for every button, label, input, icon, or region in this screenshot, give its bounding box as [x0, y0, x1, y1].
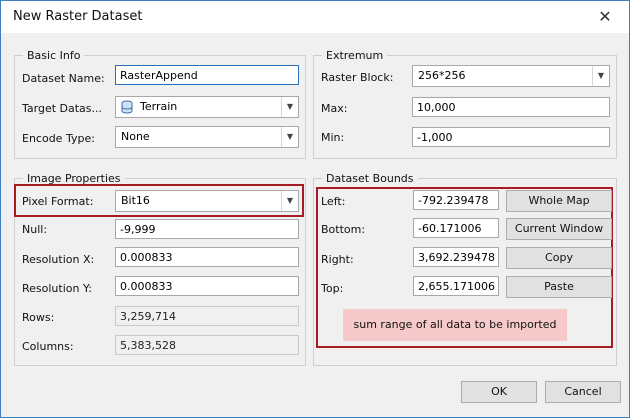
null-label: Null:	[22, 223, 48, 236]
chevron-down-icon[interactable]: ▼	[281, 127, 298, 147]
chevron-down-icon[interactable]: ▼	[281, 191, 298, 211]
max-input[interactable]: 10,000	[412, 97, 610, 117]
resolution-x-input[interactable]: 0.000833	[115, 247, 299, 267]
max-label: Max:	[321, 102, 348, 115]
target-datasource-select[interactable]: Terrain ▼	[115, 96, 299, 118]
raster-block-label: Raster Block:	[321, 71, 394, 84]
database-icon	[121, 100, 133, 114]
encode-type-label: Encode Type:	[22, 132, 95, 145]
bottom-input[interactable]: -60.171006	[413, 218, 499, 238]
chevron-down-icon[interactable]: ▼	[592, 66, 609, 86]
bottom-label: Bottom:	[321, 223, 366, 236]
current-window-button[interactable]: Current Window	[506, 218, 612, 240]
left-input[interactable]: -792.239478	[413, 190, 499, 210]
resolution-x-label: Resolution X:	[22, 253, 95, 266]
min-label: Min:	[321, 131, 345, 144]
min-input[interactable]: -1,000	[412, 127, 610, 147]
target-datasource-value: Terrain	[140, 100, 178, 113]
top-input[interactable]: 2,655.171006	[413, 276, 499, 296]
raster-block-value: 256*256	[418, 69, 466, 82]
right-input[interactable]: 3,692.239478	[413, 247, 499, 267]
new-raster-dataset-dialog: New Raster Dataset ✕ Basic Info Dataset …	[0, 0, 630, 418]
paste-button[interactable]: Paste	[506, 276, 612, 298]
annotation-note: sum range of all data to be imported	[343, 309, 567, 341]
close-icon[interactable]: ✕	[595, 7, 615, 27]
rows-field: 3,259,714	[115, 306, 299, 326]
title-bar: New Raster Dataset ✕	[1, 1, 629, 33]
dataset-bounds-legend: Dataset Bounds	[326, 172, 414, 185]
chevron-down-icon[interactable]: ▼	[281, 97, 298, 117]
encode-type-select[interactable]: None ▼	[115, 126, 299, 148]
columns-field: 5,383,528	[115, 335, 299, 355]
dataset-name-label: Dataset Name:	[22, 72, 105, 85]
target-datasource-label: Target Datas...	[22, 102, 103, 115]
resolution-y-input[interactable]: 0.000833	[115, 276, 299, 296]
pixel-format-select[interactable]: Bit16 ▼	[115, 190, 299, 212]
rows-label: Rows:	[22, 311, 55, 324]
top-label: Top:	[321, 282, 344, 295]
whole-map-button[interactable]: Whole Map	[506, 190, 612, 212]
columns-label: Columns:	[22, 340, 74, 353]
basic-info-legend: Basic Info	[27, 49, 81, 62]
copy-button[interactable]: Copy	[506, 247, 612, 269]
right-label: Right:	[321, 253, 354, 266]
extremum-legend: Extremum	[326, 49, 384, 62]
dialog-title: New Raster Dataset	[13, 9, 143, 24]
pixel-format-label: Pixel Format:	[22, 195, 94, 208]
resolution-y-label: Resolution Y:	[22, 282, 92, 295]
left-label: Left:	[321, 195, 346, 208]
pixel-format-value: Bit16	[121, 194, 150, 207]
cancel-button[interactable]: Cancel	[545, 381, 621, 403]
null-input[interactable]: -9,999	[115, 219, 299, 239]
ok-button[interactable]: OK	[461, 381, 537, 403]
dataset-name-input[interactable]: RasterAppend	[115, 65, 299, 85]
encode-type-value: None	[121, 130, 150, 143]
raster-block-select[interactable]: 256*256 ▼	[412, 65, 610, 87]
